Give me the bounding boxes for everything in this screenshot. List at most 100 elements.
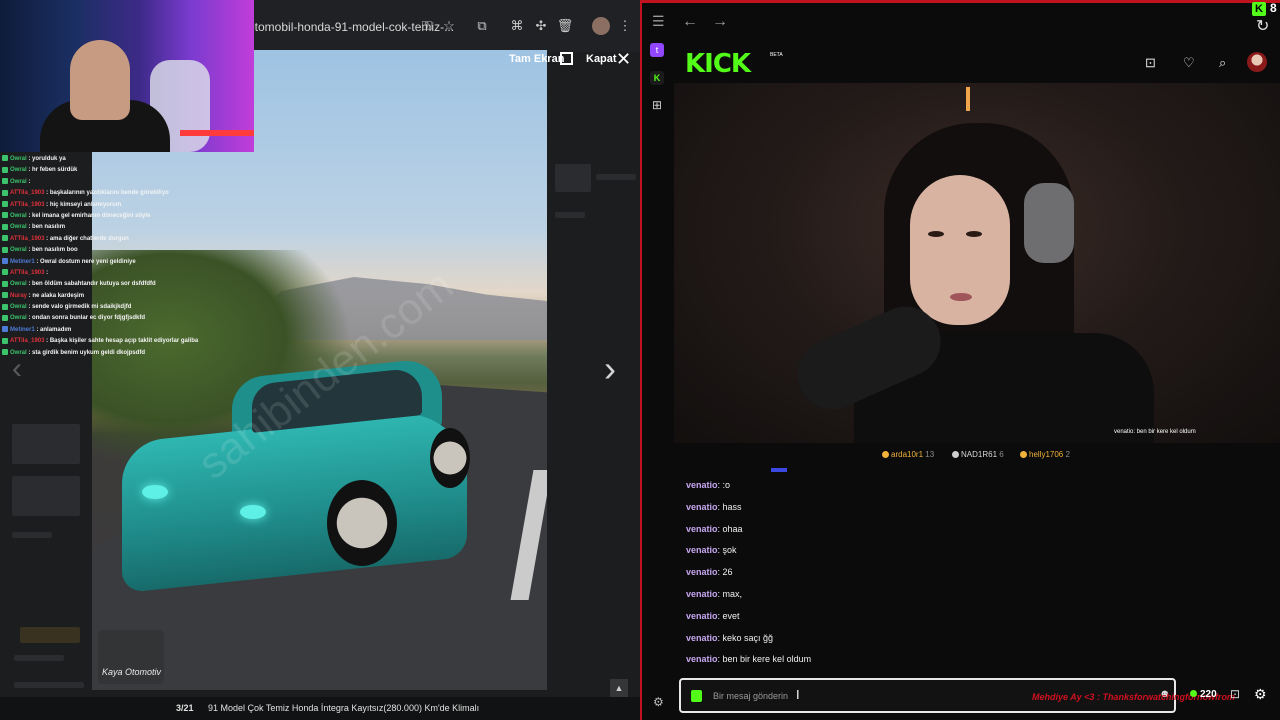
trash-icon[interactable]: 🗑 [556, 17, 574, 35]
search-icon[interactable]: ⌕ [1219, 55, 1226, 71]
ghost-text [596, 174, 636, 180]
chat-username[interactable]: venatio [686, 545, 718, 555]
stream-video[interactable]: venatio: ben bir kere kel oldum [674, 83, 1280, 443]
chat-username[interactable]: venatio [686, 567, 718, 577]
chat-text: ohaa [722, 523, 743, 534]
overlay-chat-text: ben nasılım boo [32, 247, 78, 254]
chat-message[interactable]: venatio: şok [686, 545, 737, 555]
top-viewers-bar: arda10r1 13 NAD1R61 6 helly1706 2 [674, 443, 1280, 467]
chat-badge-icon [2, 212, 8, 219]
kick-notification-icon[interactable]: K [1252, 2, 1266, 16]
chat-message[interactable]: venatio: :o [686, 480, 730, 490]
chat-message[interactable]: venatio: evet [686, 611, 740, 621]
screen: otomobil-honda-91-model-cok-temiz-... ⚿ … [0, 0, 1280, 720]
chat-username[interactable]: venatio [686, 502, 718, 512]
reload-icon[interactable]: ↻ [1256, 16, 1269, 36]
badge-icon [1020, 451, 1027, 459]
star-icon[interactable]: ☆ [440, 17, 458, 35]
chat-username[interactable]: venatio [686, 480, 718, 490]
scroll-up-button[interactable]: ▲ [610, 679, 628, 697]
kick-notification-count: 8 [1270, 1, 1277, 15]
heart-icon[interactable]: ♡ [1183, 55, 1195, 71]
chat-message[interactable]: venatio: 26 [686, 567, 733, 577]
overlay-chat-row: Owral : ondan sonra bunlar ec diyor fdjg… [2, 313, 242, 324]
chat-text: keko saçı ğğ [722, 632, 774, 643]
gift-sub-icon[interactable] [691, 690, 702, 702]
kick-app-icon[interactable]: K [650, 71, 664, 85]
profile-icon[interactable] [592, 17, 610, 35]
chat-username[interactable]: venatio [686, 524, 718, 534]
more-icon[interactable]: ⋮ [616, 17, 634, 35]
chat-message[interactable]: venatio: ohaa [686, 524, 743, 534]
gift-box-icon[interactable]: ⊡ [1145, 55, 1156, 71]
close-button[interactable]: Kapat [586, 53, 617, 65]
chat-username[interactable]: venatio [686, 654, 718, 664]
gift-icon[interactable]: ⊡ [1230, 687, 1240, 701]
overlay-chat-row: Owral : ben öldüm sabahtandır kutuya sor… [2, 279, 242, 290]
overlay-chat-text: ben nasılım [32, 224, 66, 231]
close-icon[interactable]: ✕ [616, 49, 631, 70]
chat-settings-icon[interactable]: ⚙ [653, 695, 664, 709]
overlay-chat-row: Owral : [2, 177, 242, 188]
viewer-item[interactable]: arda10r1 13 [882, 450, 934, 459]
channel-points[interactable]: 220 [1190, 689, 1217, 700]
chat-message[interactable]: venatio: keko saçı ğğ [686, 633, 773, 643]
points-icon [1190, 690, 1197, 697]
back-icon[interactable]: ← [682, 13, 698, 31]
badge-icon [882, 451, 889, 459]
puzzle-icon[interactable]: ✣ [532, 17, 550, 35]
chat-text: :o [722, 480, 731, 490]
overlay-chat-user: Owral [10, 315, 27, 322]
chat-text: 26 [722, 567, 733, 578]
car-wheel [430, 428, 470, 488]
settings-gear-icon[interactable]: ⚙ [1254, 686, 1267, 703]
translate-icon[interactable]: ⌘ [508, 17, 526, 35]
chat-message[interactable]: venatio: hass [686, 502, 742, 512]
fullscreen-icon[interactable] [560, 52, 573, 65]
forward-icon[interactable]: → [712, 13, 728, 31]
chat-username[interactable]: venatio [686, 633, 718, 643]
chat-badge-icon [2, 292, 8, 299]
overlay-chat-user: Metiner1 [10, 258, 35, 265]
ghost-text [555, 212, 585, 218]
chat-badge-icon [2, 269, 8, 276]
app-topbar: ☰ ← → ↻ [642, 3, 1280, 43]
overlay-chat-user: Owral [10, 281, 27, 288]
car-wheel [327, 480, 397, 566]
twitch-icon[interactable]: t [650, 43, 664, 57]
chat-text: max, [722, 589, 743, 599]
overlay-chat-user: Owral [10, 156, 27, 162]
menu-icon[interactable]: ☰ [652, 13, 665, 30]
image-caption: 91 Model Çok Temiz Honda İntegra Kayıtsı… [208, 703, 480, 713]
user-avatar[interactable] [1247, 52, 1267, 72]
extension-icon[interactable]: ⧉ [473, 17, 491, 35]
overlay-chat-user: Owral [10, 178, 27, 185]
kick-logo[interactable]: KICK [685, 49, 751, 79]
overlay-chat-row: Owral : kel imana gel emirhanın döneceği… [2, 211, 242, 222]
grid-icon[interactable]: ⊞ [650, 98, 664, 112]
overlay-chat-text: hr feben sürdük [32, 167, 78, 174]
viewer-item[interactable]: NAD1R61 6 [952, 450, 1004, 459]
chat-message[interactable]: venatio: max, [686, 589, 742, 599]
key-icon[interactable]: ⚿ [418, 17, 436, 35]
overlay-chat-row: Metiner1 : Owral dostum nere yeni geldin… [2, 257, 242, 268]
overlay-chat-text: ne alaka kardeşim [32, 292, 85, 299]
ghost-thumbnail [12, 424, 80, 464]
overlay-chat-user: ATTila_1903 [10, 338, 45, 345]
overlay-chat-row: Nuray : ne alaka kardeşim [2, 291, 242, 302]
chat-badge-icon [2, 200, 8, 207]
chat-message[interactable]: venatio: ben bir kere kel oldum [686, 654, 811, 664]
streamer-face [910, 175, 1010, 325]
overlay-chat-text: ben öldüm sabahtandır kutuya sor dsfdfdf… [32, 281, 156, 288]
prev-arrow-icon[interactable]: ‹ [12, 352, 22, 386]
viewer-item[interactable]: helly1706 2 [1020, 450, 1070, 459]
chat-badge-icon [2, 303, 8, 310]
overlay-chat-row: Owral : sta girdik benim uykum geldi dko… [2, 348, 242, 359]
chat-username[interactable]: venatio [686, 589, 718, 599]
chat-badge-icon [2, 326, 8, 333]
chat-username[interactable]: venatio [686, 611, 718, 621]
overlay-chat-user: Owral [10, 224, 27, 231]
fullscreen-button[interactable]: Tam Ekran [509, 53, 564, 65]
next-arrow-icon[interactable]: › [604, 348, 616, 390]
chat-badge-icon [2, 223, 8, 230]
